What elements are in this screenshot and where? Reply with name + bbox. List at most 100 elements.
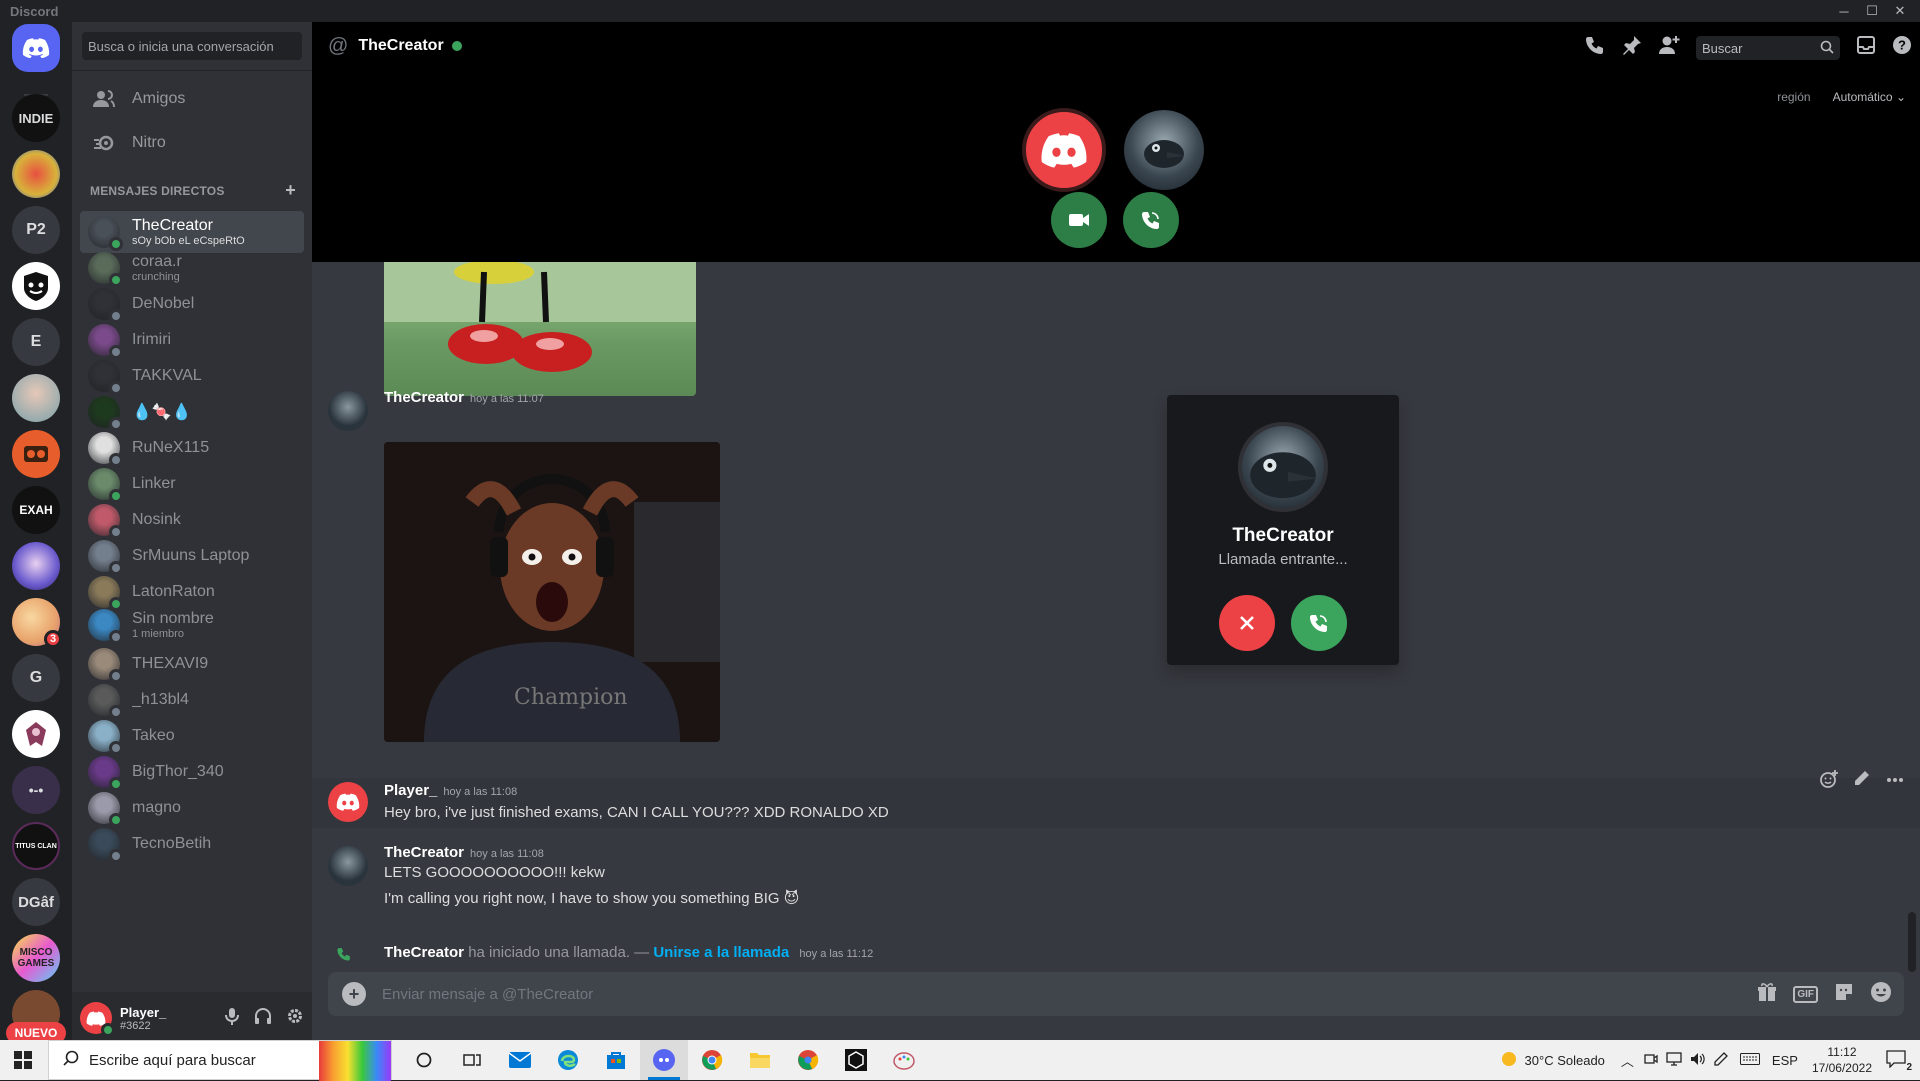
task-view-icon[interactable] xyxy=(448,1040,496,1080)
scrollbar[interactable] xyxy=(1908,912,1916,972)
maximize-button[interactable]: ☐ xyxy=(1858,0,1886,22)
server-icon[interactable]: DGâf xyxy=(12,878,60,926)
taskbar-search-input[interactable]: Escribe aquí para buscar xyxy=(48,1040,392,1081)
minimize-button[interactable]: ─ xyxy=(1830,0,1858,22)
server-icon[interactable]: G xyxy=(12,654,60,702)
settings-gear-icon[interactable] xyxy=(286,1007,304,1030)
meet-now-icon[interactable] xyxy=(1644,1052,1658,1069)
inbox-icon[interactable] xyxy=(1856,35,1876,60)
edit-pencil-icon[interactable] xyxy=(1854,770,1870,793)
message-author[interactable]: TheCreator hoy a las 11:07 xyxy=(384,389,544,406)
system-author[interactable]: TheCreator xyxy=(384,944,464,961)
cortana-icon[interactable] xyxy=(400,1040,448,1080)
message-input[interactable]: Enviar mensaje a @TheCreator xyxy=(382,986,593,1003)
dm-name: TheCreator xyxy=(132,217,213,234)
network-icon[interactable] xyxy=(1666,1051,1682,1069)
language-indicator[interactable]: ESP xyxy=(1772,1053,1798,1068)
weather-text[interactable]: 30°C Soleado xyxy=(1525,1053,1605,1068)
windows-taskbar: Escribe aquí para buscar 30°C Soleado ︿ … xyxy=(0,1040,1920,1081)
server-icon[interactable]: 3 xyxy=(12,598,62,648)
chrome-icon[interactable] xyxy=(688,1040,736,1080)
author-avatar[interactable] xyxy=(328,846,368,886)
voice-call-button[interactable] xyxy=(1123,192,1179,248)
author-avatar[interactable] xyxy=(328,391,368,431)
close-button[interactable]: ✕ xyxy=(1886,0,1914,22)
dm-name: TecnoBetih xyxy=(132,835,212,852)
message-author[interactable]: Player_ hoy a las 11:08 xyxy=(384,782,517,799)
headphones-icon[interactable] xyxy=(254,1007,272,1030)
search-icon xyxy=(1820,40,1834,57)
notification-center-icon[interactable]: 2 xyxy=(1886,1049,1912,1073)
new-unreads-pill[interactable]: NUEVO xyxy=(6,1022,66,1040)
header-search-input[interactable]: Buscar xyxy=(1696,35,1840,60)
edge-browser-icon[interactable] xyxy=(544,1040,592,1080)
chevron-up-icon[interactable]: ︿ xyxy=(1621,1051,1634,1070)
pin-icon[interactable] xyxy=(1622,35,1642,60)
chevron-down-icon: ⌄ xyxy=(1895,90,1906,104)
server-icon[interactable]: MISCO GAMES xyxy=(12,934,60,982)
server-icon[interactable] xyxy=(12,710,60,758)
server-icon[interactable]: EXAH xyxy=(12,486,60,534)
clock[interactable]: 11:12 17/06/2022 xyxy=(1812,1044,1872,1076)
new-dm-plus-icon[interactable]: + xyxy=(285,180,296,201)
keyboard-icon[interactable] xyxy=(1739,1052,1760,1068)
gif-button[interactable]: GIF xyxy=(1793,985,1818,1003)
gift-icon[interactable] xyxy=(1757,982,1777,1007)
author-avatar[interactable] xyxy=(328,782,368,822)
dm-item[interactable]: TecnoBetih xyxy=(80,823,304,865)
server-icon[interactable]: •-• xyxy=(12,766,60,814)
online-status-dot xyxy=(101,1023,115,1037)
image-attachment[interactable] xyxy=(384,262,696,396)
unity-icon[interactable] xyxy=(832,1040,880,1080)
file-explorer-icon[interactable] xyxy=(736,1040,784,1080)
add-friend-to-dm-icon[interactable] xyxy=(1658,35,1680,60)
join-call-link[interactable]: Unirse a la llamada xyxy=(653,944,789,961)
home-button[interactable] xyxy=(12,24,60,72)
user-controls xyxy=(224,1007,304,1030)
region-dropdown[interactable]: Automático ⌄ xyxy=(1833,90,1906,104)
dm-name: RuNeX115 xyxy=(132,439,210,456)
server-icon[interactable] xyxy=(12,430,60,478)
decline-call-button[interactable] xyxy=(1219,595,1275,651)
server-icon[interactable] xyxy=(12,150,60,198)
server-icon[interactable] xyxy=(12,542,60,590)
chrome-profile-icon[interactable] xyxy=(784,1040,832,1080)
call-status: Llamada entrante... xyxy=(1218,551,1348,568)
system-tray: 30°C Soleado ︿ ESP 11:12 17/06/2022 2 xyxy=(1501,1040,1920,1080)
sticker-icon[interactable] xyxy=(1834,982,1854,1007)
store-icon[interactable] xyxy=(592,1040,640,1080)
discord-taskbar-icon[interactable] xyxy=(640,1040,688,1080)
message-composer[interactable]: + Enviar mensaje a @TheCreator GIF xyxy=(328,972,1904,1016)
server-icon[interactable]: E xyxy=(12,318,60,366)
help-icon[interactable]: ? xyxy=(1892,35,1912,60)
dm-avatar xyxy=(88,756,123,791)
video-call-button[interactable] xyxy=(1051,192,1107,248)
more-options-icon[interactable] xyxy=(1886,770,1904,793)
message-author[interactable]: TheCreator hoy a las 11:08 xyxy=(384,844,544,861)
start-voice-call-icon[interactable] xyxy=(1584,34,1606,61)
mail-icon[interactable] xyxy=(496,1040,544,1080)
mic-icon[interactable] xyxy=(224,1007,240,1030)
caller-avatar xyxy=(1238,422,1328,512)
nav-nitro[interactable]: Nitro xyxy=(80,122,304,164)
server-icon[interactable]: INDIE xyxy=(12,94,60,142)
server-rail: INDIE P2 E EXAH 3 G •-• TITUS CLAN DGâf … xyxy=(0,22,72,1040)
server-icon[interactable] xyxy=(12,374,60,422)
server-icon[interactable]: P2 xyxy=(12,206,60,254)
accept-call-button[interactable] xyxy=(1291,595,1347,651)
windows-start-icon[interactable] xyxy=(14,1051,32,1074)
conversation-search-input[interactable]: Busca o inicia una conversación xyxy=(82,32,302,60)
emoji-icon[interactable] xyxy=(1870,981,1892,1008)
volume-icon[interactable] xyxy=(1690,1052,1706,1069)
message-list: TheCreator hoy a las 11:07 Champion Play… xyxy=(312,262,1920,992)
dm-item[interactable]: Sin nombre 1 miembro xyxy=(80,604,304,646)
add-reaction-icon[interactable] xyxy=(1820,770,1838,793)
nav-friends[interactable]: Amigos xyxy=(80,78,304,120)
paint-app-icon[interactable] xyxy=(880,1040,928,1080)
image-attachment[interactable]: Champion xyxy=(384,442,720,742)
pen-icon[interactable] xyxy=(1714,1051,1728,1069)
server-icon[interactable]: TITUS CLAN xyxy=(12,822,60,870)
user-avatar[interactable] xyxy=(80,1002,115,1037)
server-icon[interactable] xyxy=(12,262,60,310)
attach-plus-icon[interactable]: + xyxy=(342,982,366,1006)
